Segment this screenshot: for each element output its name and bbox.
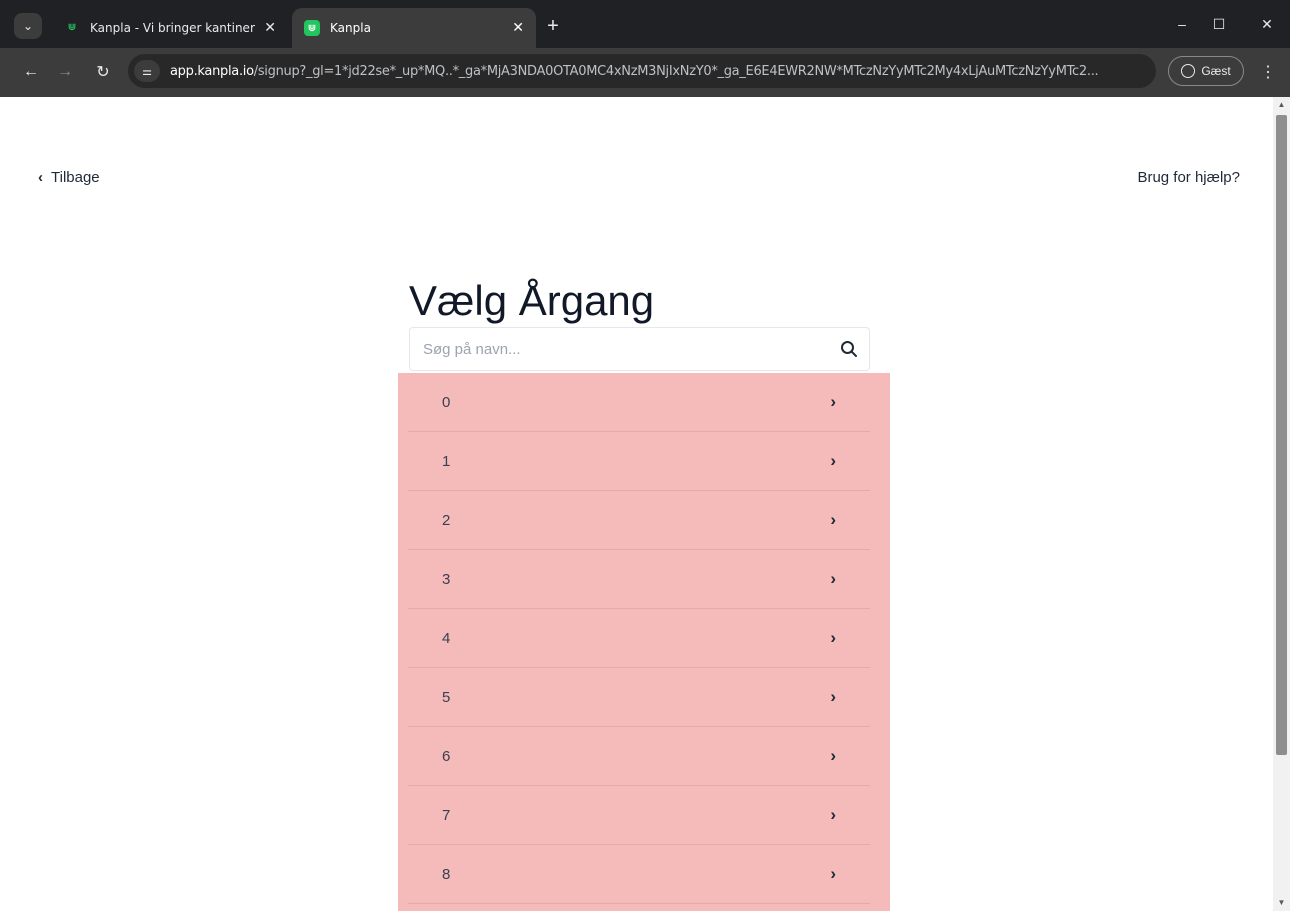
list-item[interactable]: 3 ›: [408, 550, 870, 609]
scrollbar-thumb[interactable]: [1276, 115, 1287, 755]
tab-search-button[interactable]: ⌄: [14, 13, 42, 39]
list-item[interactable]: 6 ›: [408, 727, 870, 786]
list-item[interactable]: 8 ›: [408, 845, 870, 904]
page-content: ‹ Tilbage Brug for hjælp? Vælg Årgang 0 …: [0, 97, 1273, 911]
profile-icon: [1181, 64, 1196, 78]
chevron-right-icon: ›: [830, 687, 836, 706]
page-scrollbar[interactable]: ▲ ▼: [1273, 97, 1290, 911]
list-item-label: 0: [442, 393, 451, 411]
forward-arrow-icon[interactable]: →: [50, 58, 80, 86]
chevron-right-icon: ›: [830, 392, 836, 411]
scroll-down-icon[interactable]: ▼: [1277, 899, 1286, 907]
profile-button[interactable]: Gæst: [1168, 56, 1244, 86]
list-item-label: 1: [442, 452, 451, 470]
list-item-label: 5: [442, 688, 451, 706]
list-item-label: 2: [442, 511, 451, 529]
list-item-label: 8: [442, 865, 451, 883]
search-box: [409, 327, 870, 371]
close-icon[interactable]: ✕: [264, 20, 276, 36]
window-close-icon[interactable]: ✕: [1252, 10, 1282, 38]
help-link[interactable]: Brug for hjælp?: [1137, 169, 1240, 186]
list-item[interactable]: 0 ›: [408, 373, 870, 432]
search-icon[interactable]: [829, 328, 869, 370]
kanpla-favicon-icon: ⋓: [304, 20, 320, 36]
chevron-right-icon: ›: [830, 864, 836, 883]
list-item[interactable]: 2 ›: [408, 491, 870, 550]
chevron-left-icon: ‹: [38, 169, 43, 186]
list-item[interactable]: 7 ›: [408, 786, 870, 845]
chevron-right-icon: ›: [830, 805, 836, 824]
list-item-label: 6: [442, 747, 451, 765]
search-input[interactable]: [410, 328, 829, 370]
list-item[interactable]: 4 ›: [408, 609, 870, 668]
maximize-icon[interactable]: ☐: [1204, 10, 1234, 38]
year-list: 0 › 1 › 2 › 3 › 4 › 5 › 6 › 7 › 8 ›: [398, 373, 890, 911]
reload-icon[interactable]: ↻: [88, 58, 118, 86]
chevron-down-icon: ⌄: [22, 19, 34, 33]
url-host: app.kanpla.io: [170, 63, 254, 79]
scroll-up-icon[interactable]: ▲: [1277, 101, 1286, 109]
list-item-label: 4: [442, 629, 451, 647]
chevron-right-icon: ›: [830, 746, 836, 765]
list-item-label: 7: [442, 806, 451, 824]
minimize-icon[interactable]: –: [1167, 10, 1197, 38]
chevron-right-icon: ›: [830, 569, 836, 588]
more-menu-icon[interactable]: ⋮: [1258, 58, 1278, 86]
tab-title: Kanpla: [330, 21, 371, 35]
browser-tab-kanpla-active[interactable]: ⋓ Kanpla ✕: [292, 8, 536, 48]
chevron-right-icon: ›: [830, 628, 836, 647]
browser-tab-kanpla-home[interactable]: ⋓ Kanpla - Vi bringer kantiner ind ✕: [52, 11, 288, 44]
chevron-right-icon: ›: [830, 451, 836, 470]
tab-title: Kanpla - Vi bringer kantiner ind: [90, 20, 256, 35]
browser-tab-bar: ⌄ ⋓ Kanpla - Vi bringer kantiner ind ✕ ⋓…: [0, 0, 1290, 48]
back-label: Tilbage: [51, 169, 100, 186]
kanpla-favicon-icon: ⋓: [67, 22, 77, 33]
new-tab-button[interactable]: +: [540, 13, 566, 39]
site-info-icon[interactable]: ⚌: [134, 60, 160, 82]
close-icon[interactable]: ✕: [512, 20, 524, 36]
url-path: /signup?_gl=1*jd22se*_up*MQ..*_ga*MjA3ND…: [253, 63, 1099, 79]
address-bar[interactable]: ⚌ app.kanpla.io/signup?_gl=1*jd22se*_up*…: [128, 54, 1156, 88]
back-arrow-icon[interactable]: ←: [16, 58, 46, 86]
list-item-label: 3: [442, 570, 451, 588]
list-item[interactable]: 1 ›: [408, 432, 870, 491]
chevron-right-icon: ›: [830, 510, 836, 529]
list-item[interactable]: 5 ›: [408, 668, 870, 727]
profile-label: Gæst: [1201, 64, 1231, 78]
browser-toolbar: ← → ↻ ⚌ app.kanpla.io/signup?_gl=1*jd22s…: [0, 48, 1290, 97]
back-link[interactable]: ‹ Tilbage: [38, 169, 100, 186]
page-title: Vælg Årgang: [409, 277, 655, 324]
url-text[interactable]: app.kanpla.io/signup?_gl=1*jd22se*_up*MQ…: [170, 64, 1098, 79]
